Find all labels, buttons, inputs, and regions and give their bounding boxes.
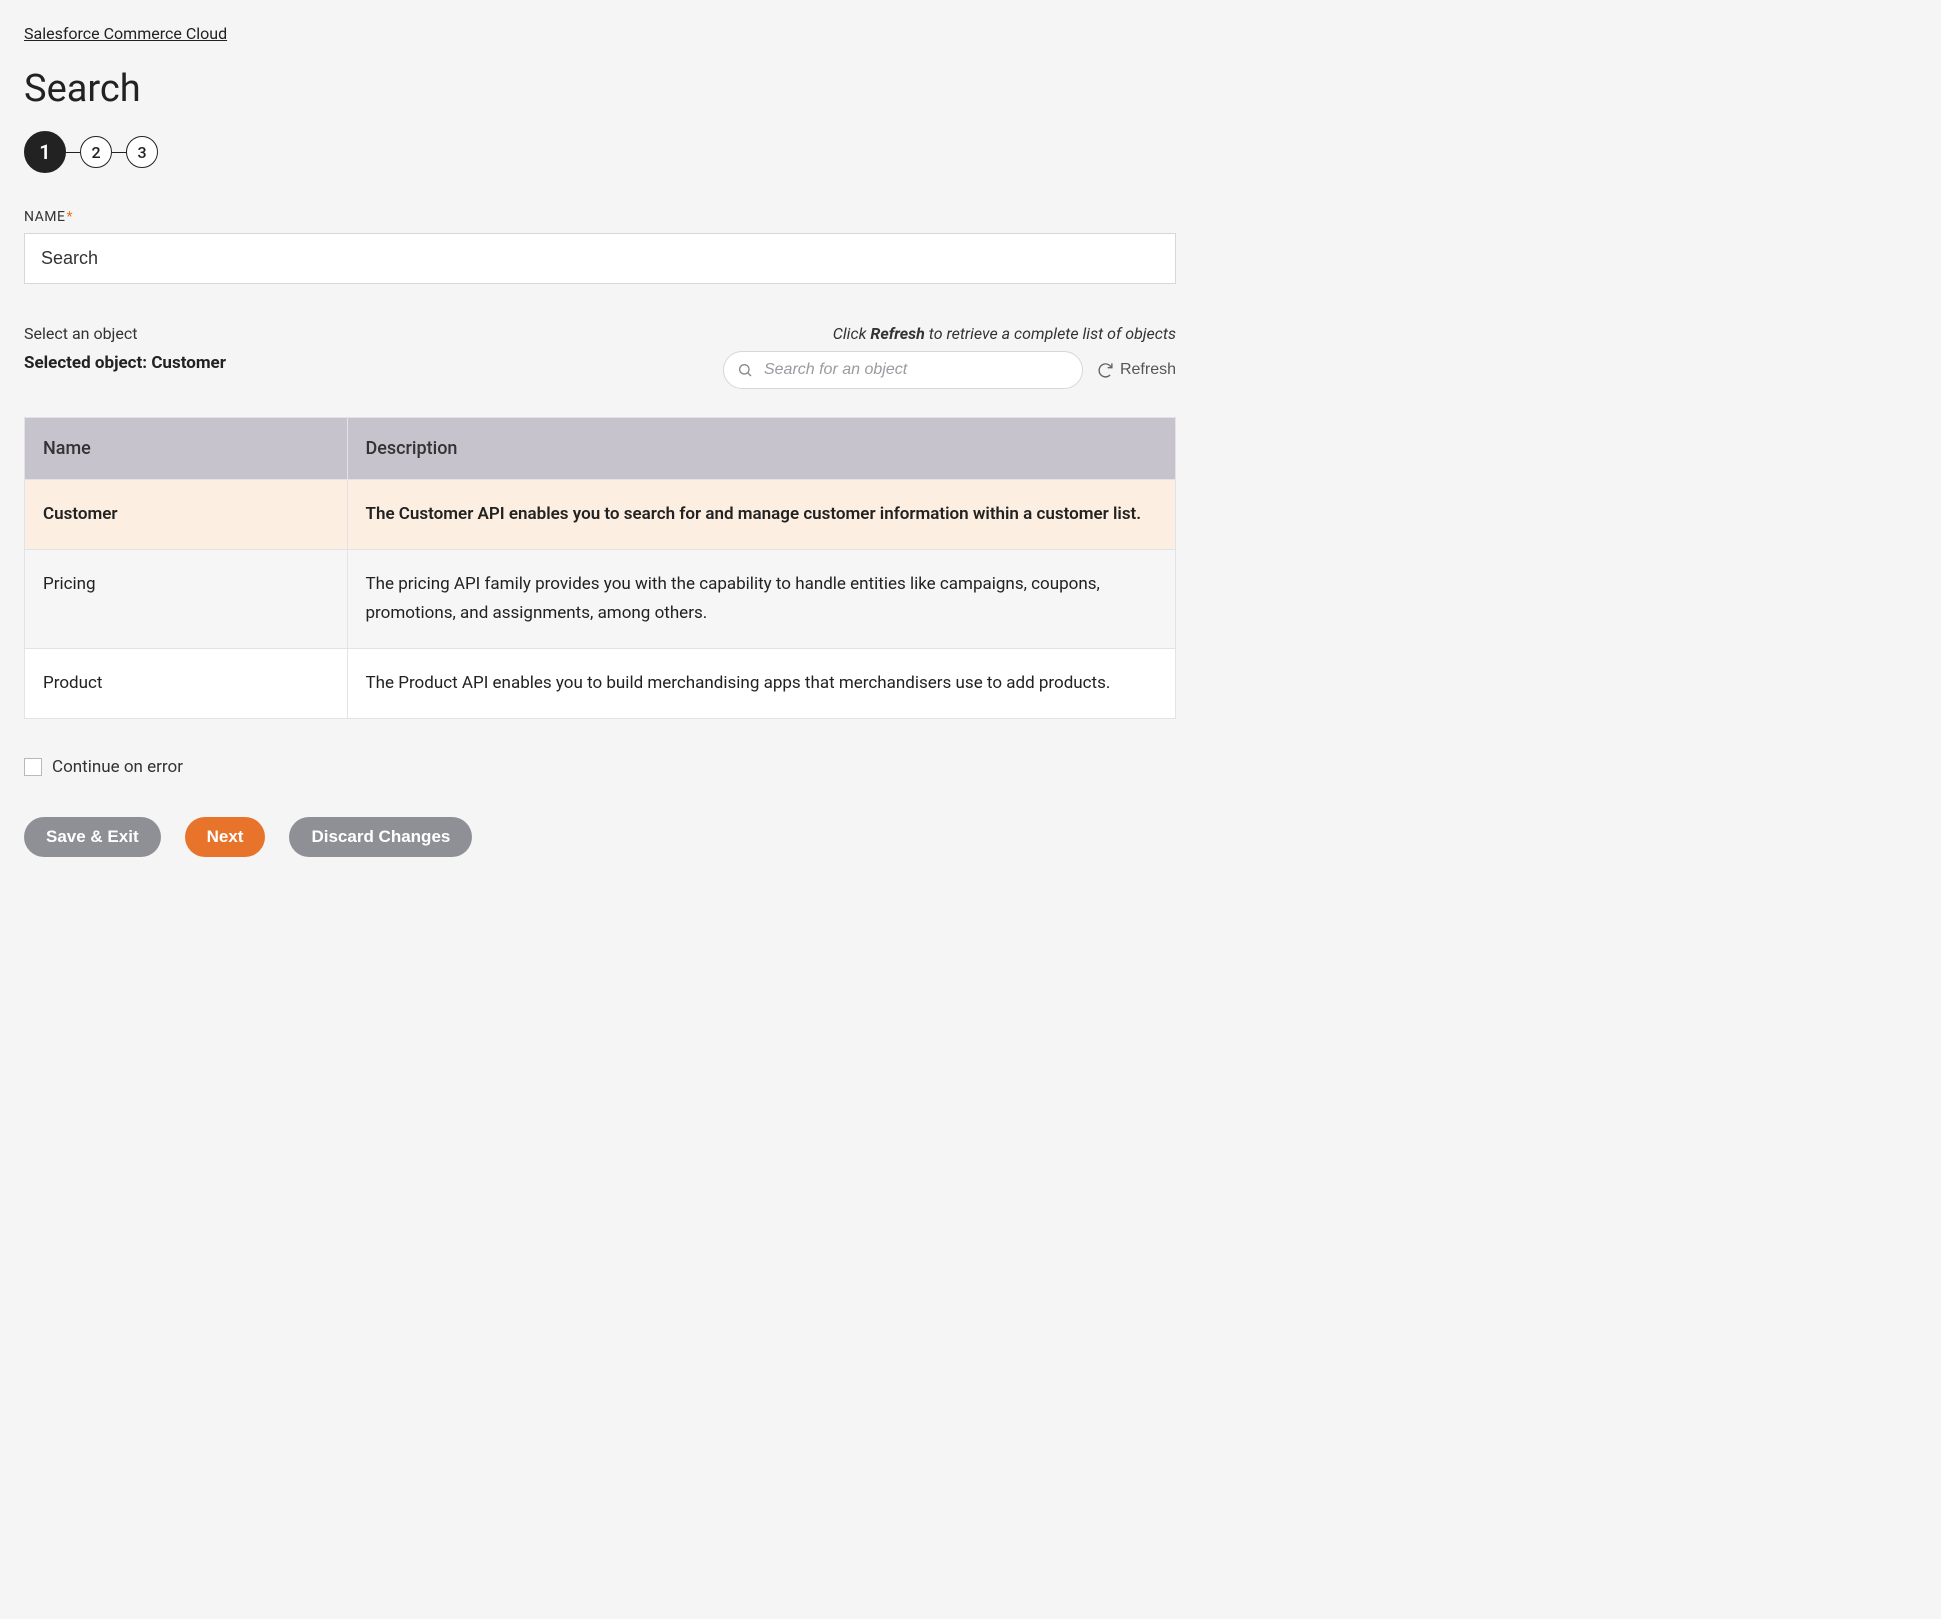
object-table: Name Description Customer The Customer A… <box>24 417 1176 719</box>
table-cell-name: Product <box>25 648 347 717</box>
name-field-label: NAME* <box>24 209 1176 225</box>
name-label-text: NAME <box>24 209 65 225</box>
table-row[interactable]: Customer The Customer API enables you to… <box>25 480 1175 550</box>
selected-object-prefix: Selected object: <box>24 353 151 373</box>
table-cell-description: The Product API enables you to build mer… <box>347 648 1175 717</box>
step-connector <box>112 152 126 153</box>
select-object-label: Select an object <box>24 324 226 343</box>
table-cell-name: Pricing <box>25 549 347 648</box>
required-marker: * <box>66 209 73 225</box>
refresh-hint-bold: Refresh <box>870 324 924 343</box>
next-button[interactable]: Next <box>185 817 266 857</box>
step-2[interactable]: 2 <box>80 136 112 168</box>
selected-object-value: Customer <box>151 353 226 373</box>
stepper: 1 2 3 <box>24 131 1176 173</box>
refresh-hint-prefix: Click <box>833 324 871 343</box>
discard-button[interactable]: Discard Changes <box>289 817 472 857</box>
table-row[interactable]: Product The Product API enables you to b… <box>25 648 1175 717</box>
step-1[interactable]: 1 <box>24 131 66 173</box>
step-3[interactable]: 3 <box>126 136 158 168</box>
table-row[interactable]: Pricing The pricing API family provides … <box>25 549 1175 648</box>
table-cell-description: The Customer API enables you to search f… <box>347 480 1175 550</box>
page-title: Search <box>24 67 1176 111</box>
search-icon <box>737 362 753 378</box>
table-header-name: Name <box>25 418 347 480</box>
checkbox-box <box>24 758 42 776</box>
refresh-hint: Click Refresh to retrieve a complete lis… <box>616 324 1176 343</box>
breadcrumb-link[interactable]: Salesforce Commerce Cloud <box>24 24 227 43</box>
name-input[interactable] <box>24 233 1176 284</box>
table-cell-description: The pricing API family provides you with… <box>347 549 1175 648</box>
selected-object: Selected object: Customer <box>24 353 226 373</box>
continue-on-error-label: Continue on error <box>52 757 183 777</box>
continue-on-error-checkbox[interactable]: Continue on error <box>24 757 1176 777</box>
save-exit-button[interactable]: Save & Exit <box>24 817 161 857</box>
step-connector <box>66 152 80 153</box>
object-search-input[interactable] <box>723 351 1083 389</box>
refresh-icon <box>1097 362 1114 379</box>
refresh-hint-suffix: to retrieve a complete list of objects <box>925 324 1176 343</box>
refresh-button-label: Refresh <box>1120 361 1176 379</box>
refresh-button[interactable]: Refresh <box>1097 361 1176 379</box>
table-header-description: Description <box>347 418 1175 480</box>
table-cell-name: Customer <box>25 480 347 550</box>
